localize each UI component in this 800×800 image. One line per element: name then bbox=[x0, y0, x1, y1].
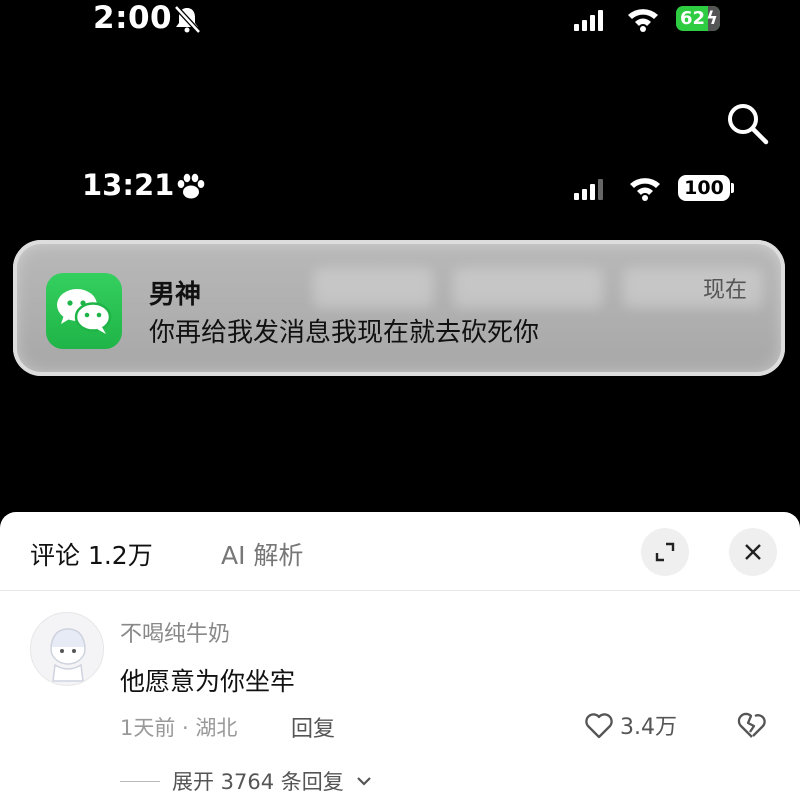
notification-message: 你再给我发消息我现在就去砍死你 bbox=[149, 318, 540, 348]
tabs-divider bbox=[0, 590, 800, 591]
notification-time: 现在 bbox=[702, 278, 747, 303]
inner-cellular-signal-icon bbox=[574, 178, 603, 200]
bell-slash-icon bbox=[174, 5, 201, 33]
comments-sheet: 评论 1.2万 AI 解析 不喝纯牛奶 他愿意为你坐牢 1天前 · 湖北 回复 bbox=[0, 512, 800, 800]
comment-username[interactable]: 不喝纯牛奶 bbox=[120, 616, 230, 648]
cellular-signal-icon bbox=[574, 9, 603, 31]
message-notification[interactable]: 男神 你再给我发消息我现在就去砍死你 现在 bbox=[13, 240, 785, 376]
battery-nub bbox=[731, 183, 734, 193]
inner-status-time: 13:21 bbox=[82, 168, 175, 202]
expand-divider bbox=[120, 780, 160, 782]
close-icon bbox=[745, 544, 761, 560]
close-button[interactable] bbox=[729, 528, 777, 576]
chevron-down-icon bbox=[357, 777, 371, 786]
status-time: 2:00 bbox=[93, 0, 173, 36]
expand-button[interactable] bbox=[641, 528, 689, 576]
notification-sender: 男神 bbox=[149, 280, 202, 310]
inner-battery-indicator: 100 bbox=[678, 175, 730, 201]
battery-level: 62 bbox=[680, 8, 706, 29]
expand-icon bbox=[655, 542, 675, 562]
status-bar: 2:00 62 ϟ bbox=[0, 0, 800, 44]
wifi-icon bbox=[628, 9, 658, 32]
like-count: 3.4万 bbox=[620, 715, 677, 740]
heart-icon bbox=[585, 713, 613, 739]
comment-text: 他愿意为你坐牢 bbox=[120, 667, 296, 696]
tab-comments[interactable]: 评论 1.2万 bbox=[30, 536, 153, 572]
comment-meta: 1天前 · 湖北 bbox=[120, 716, 238, 740]
expand-replies[interactable]: 展开 3764 条回复 bbox=[120, 766, 372, 796]
tab-ai-analysis[interactable]: AI 解析 bbox=[221, 536, 303, 572]
expand-replies-label: 展开 3764 条回复 bbox=[172, 770, 344, 794]
battery-indicator: 62 ϟ bbox=[676, 6, 720, 31]
broken-heart-icon[interactable] bbox=[736, 710, 768, 740]
wechat-icon bbox=[46, 273, 122, 349]
search-icon[interactable] bbox=[724, 100, 770, 146]
paw-icon bbox=[177, 173, 205, 199]
inner-wifi-icon bbox=[630, 178, 660, 201]
charging-bolt-icon: ϟ bbox=[706, 8, 718, 29]
avatar[interactable] bbox=[30, 612, 104, 686]
reply-button[interactable]: 回复 bbox=[291, 711, 335, 743]
like-button[interactable]: 3.4万 bbox=[584, 708, 677, 742]
